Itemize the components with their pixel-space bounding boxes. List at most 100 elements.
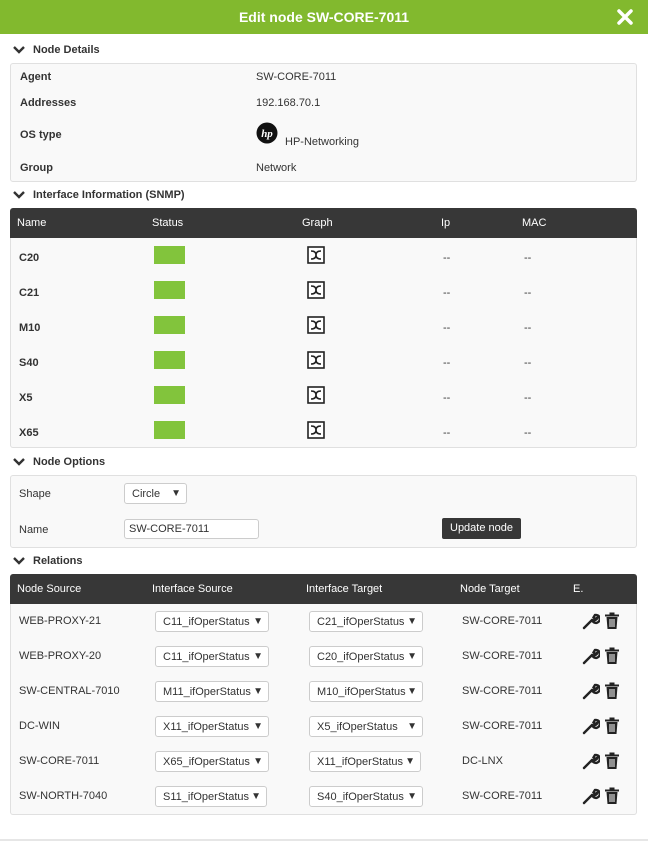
detail-row-addresses: Addresses 192.168.70.1: [11, 97, 636, 117]
interface-mac: --: [524, 392, 532, 404]
status-indicator: [154, 316, 185, 334]
node-target: SW-CORE-7011: [462, 650, 543, 662]
section-heading: Interface Information (SNMP): [33, 189, 185, 202]
status-indicator: [154, 246, 185, 264]
column-header: Node Source: [17, 583, 82, 595]
column-header: Interface Source: [152, 583, 233, 595]
interface-target-select[interactable]: C20_ifOperStatus ▼: [309, 646, 423, 667]
trash-icon[interactable]: [604, 717, 620, 735]
relation-row: DC-WIN X11_ifOperStatus ▼ X5_ifOperStatus…: [11, 709, 636, 744]
relation-row: WEB-PROXY-20 C11_ifOperStatus ▼ C20_ifOpe…: [11, 639, 636, 674]
column-header: Graph: [302, 217, 333, 229]
trash-icon[interactable]: [604, 647, 620, 665]
interface-target-value: C21_ifOperStatus: [317, 616, 405, 628]
trash-icon[interactable]: [604, 787, 620, 805]
dropdown-arrow-icon: ▼: [253, 721, 263, 732]
interface-source-select[interactable]: C11_ifOperStatus ▼: [155, 646, 269, 667]
relations-table-header: Node Source Interface Source Interface T…: [10, 574, 637, 604]
node-target: SW-CORE-7011: [462, 720, 543, 732]
chevron-down-icon: [13, 557, 25, 565]
trash-icon[interactable]: [604, 682, 620, 700]
interface-name: M10: [19, 322, 41, 334]
interface-source-select[interactable]: S11_ifOperStatus ▼: [155, 786, 267, 807]
trash-icon[interactable]: [604, 752, 620, 770]
interface-target-value: X11_ifOperStatus: [317, 756, 404, 768]
graph-icon[interactable]: [307, 316, 325, 334]
shape-select[interactable]: Circle ▼: [124, 483, 187, 504]
section-heading: Relations: [33, 555, 83, 568]
node-name-input[interactable]: SW-CORE-7011: [124, 519, 259, 539]
close-icon[interactable]: [614, 6, 636, 28]
shape-label: Shape: [19, 488, 51, 500]
interface-source-select[interactable]: X65_ifOperStatus ▼: [155, 751, 269, 772]
interface-ip: --: [443, 252, 451, 264]
column-header: Interface Target: [306, 583, 383, 595]
table-row: X5 -- --: [11, 380, 636, 415]
interface-mac: --: [524, 322, 532, 334]
node-source: SW-CORE-7011: [19, 755, 100, 767]
node-options-toggle[interactable]: Node Options: [12, 456, 105, 472]
interface-source-value: X11_ifOperStatus: [163, 721, 250, 733]
column-header: Node Target: [460, 583, 520, 595]
dropdown-arrow-icon: ▼: [251, 791, 261, 802]
detail-label: Addresses: [20, 97, 77, 109]
interface-table-body: C20 -- -- C21 -- -- M10 -- -- S40 -- -- …: [10, 238, 637, 448]
graph-icon[interactable]: [307, 281, 325, 299]
interface-source-value: C11_ifOperStatus: [163, 616, 250, 628]
interface-ip: --: [443, 322, 451, 334]
interface-target-select[interactable]: S40_ifOperStatus ▼: [309, 786, 423, 807]
interface-source-select[interactable]: C11_ifOperStatus ▼: [155, 611, 269, 632]
interface-name: C20: [19, 252, 40, 264]
trash-icon[interactable]: [604, 612, 620, 630]
graph-icon[interactable]: [307, 421, 325, 439]
node-source: WEB-PROXY-20: [19, 650, 102, 662]
interface-name: C21: [19, 287, 40, 299]
graph-icon[interactable]: [307, 246, 325, 264]
interface-target-select[interactable]: X5_ifOperStatus ▼: [309, 716, 423, 737]
interface-target-select[interactable]: C21_ifOperStatus ▼: [309, 611, 423, 632]
interface-target-select[interactable]: X11_ifOperStatus ▼: [309, 751, 421, 772]
interface-source-value: M11_ifOperStatus: [163, 686, 251, 698]
interface-source-select[interactable]: X11_ifOperStatus ▼: [155, 716, 269, 737]
dropdown-arrow-icon: ▼: [407, 651, 417, 662]
wrench-icon[interactable]: [582, 682, 600, 700]
column-header: Ip: [441, 217, 451, 229]
table-row: C20 -- --: [11, 240, 636, 275]
interface-ip: --: [443, 427, 451, 439]
interface-ip: --: [443, 392, 451, 404]
detail-row-group: Group Network: [11, 162, 636, 182]
dropdown-arrow-icon: ▼: [253, 686, 263, 697]
relation-row: SW-CORE-7011 X65_ifOperStatus ▼ X11_ifOpe…: [11, 744, 636, 779]
wrench-icon[interactable]: [582, 787, 600, 805]
title-bar: Edit node SW-CORE-7011: [0, 0, 648, 34]
node-details-toggle[interactable]: Node Details: [12, 44, 100, 60]
wrench-icon[interactable]: [582, 647, 600, 665]
interface-mac: --: [524, 357, 532, 369]
hp-logo-icon: hp: [256, 122, 278, 144]
wrench-icon[interactable]: [582, 612, 600, 630]
wrench-icon[interactable]: [582, 717, 600, 735]
interface-source-value: S11_ifOperStatus: [163, 791, 250, 803]
dropdown-arrow-icon: ▼: [253, 756, 263, 767]
interface-source-select[interactable]: M11_ifOperStatus ▼: [155, 681, 269, 702]
table-row: S40 -- --: [11, 345, 636, 380]
status-indicator: [154, 281, 185, 299]
graph-icon[interactable]: [307, 386, 325, 404]
detail-label: Agent: [20, 71, 52, 83]
shape-select-value: Circle: [132, 488, 161, 500]
update-node-button[interactable]: Update node: [442, 518, 521, 539]
interface-source-value: C11_ifOperStatus: [163, 651, 250, 663]
wrench-icon[interactable]: [582, 752, 600, 770]
table-row: X65 -- --: [11, 415, 636, 450]
node-details-panel: Agent SW-CORE-7011 Addresses 192.168.70.…: [10, 63, 637, 182]
interface-target-select[interactable]: M10_ifOperStatus ▼: [309, 681, 423, 702]
svg-text:hp: hp: [261, 128, 273, 140]
relations-table-body: WEB-PROXY-21 C11_ifOperStatus ▼ C21_ifOpe…: [10, 604, 637, 815]
node-source: WEB-PROXY-21: [19, 615, 102, 627]
relations-toggle[interactable]: Relations: [12, 555, 83, 571]
graph-icon[interactable]: [307, 351, 325, 369]
dropdown-arrow-icon: ▼: [407, 686, 417, 697]
interface-target-value: C20_ifOperStatus: [317, 651, 405, 663]
interface-target-value: S40_ifOperStatus: [317, 791, 404, 803]
interface-info-toggle[interactable]: Interface Information (SNMP): [12, 189, 185, 205]
